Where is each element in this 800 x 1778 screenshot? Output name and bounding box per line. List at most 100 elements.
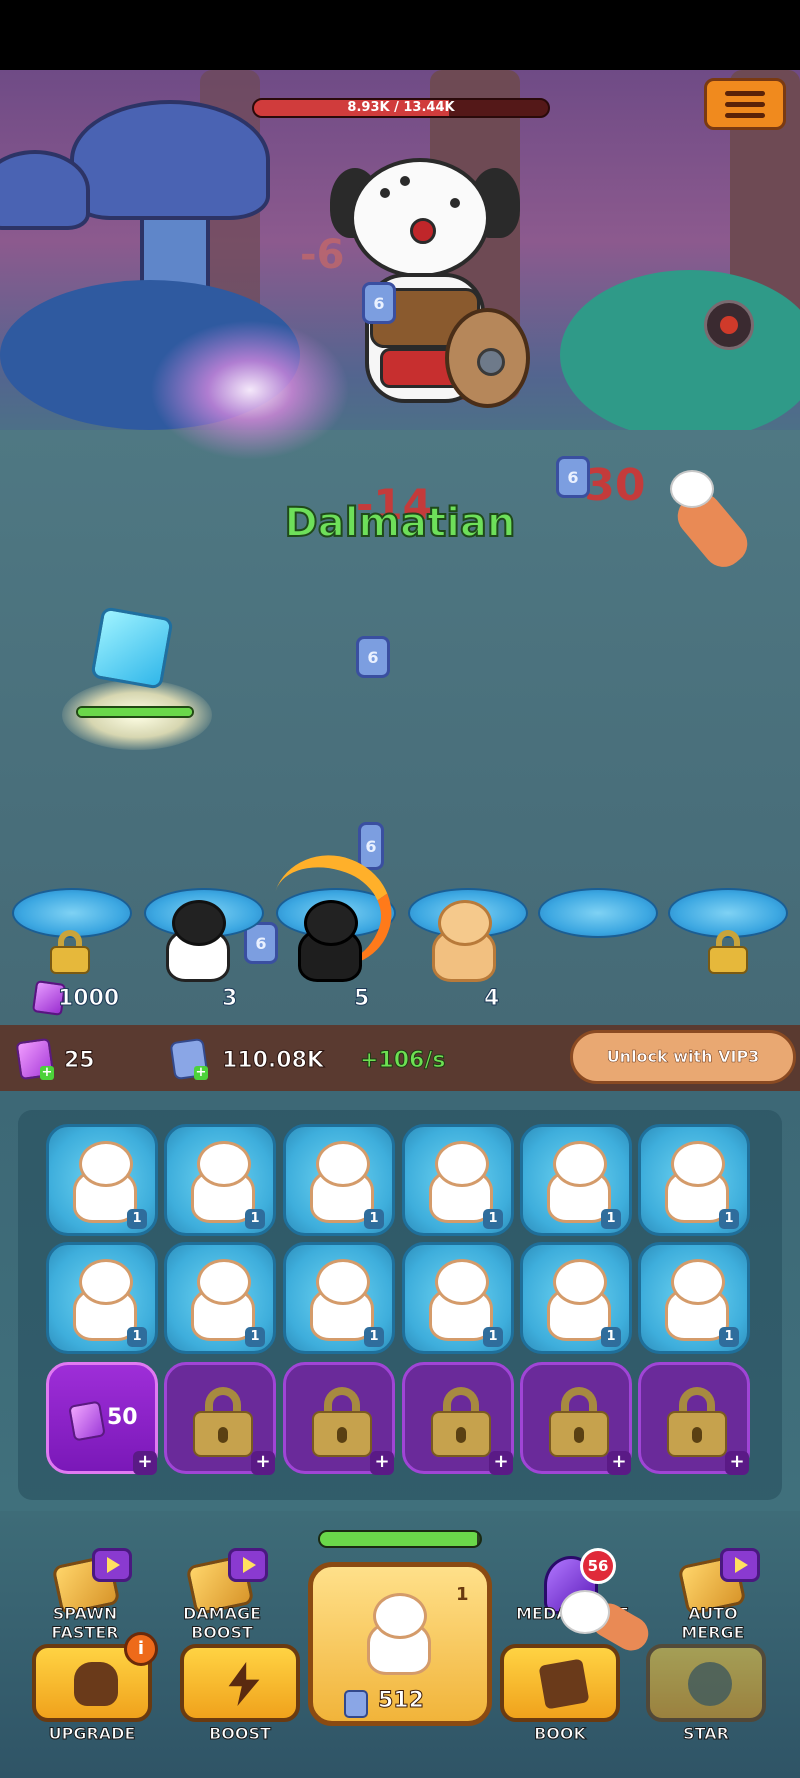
grid-locked-slot[interactable]: + — [402, 1362, 514, 1475]
star-button[interactable] — [646, 1644, 766, 1722]
book-icon — [538, 1658, 590, 1710]
boss-shield — [445, 308, 530, 408]
add-tokens-button[interactable]: + — [194, 1066, 208, 1080]
add-slot-button[interactable]: + — [133, 1451, 157, 1475]
grid-cat-slot[interactable]: 1 — [402, 1124, 514, 1236]
cat-level-badge: 1 — [719, 1327, 739, 1347]
gem-count: 25 — [64, 1048, 96, 1074]
cat-level-badge: 1 — [483, 1209, 503, 1229]
add-slot-button[interactable]: + — [607, 1451, 631, 1475]
lock-icon — [549, 1387, 609, 1457]
grid-locked-slot[interactable]: + — [283, 1362, 395, 1475]
lock-icon — [312, 1387, 372, 1457]
coin-token-icon: 6 — [356, 636, 390, 678]
cat-level-badge: 1 — [601, 1209, 621, 1229]
cat-black[interactable] — [290, 900, 370, 984]
watch-ad-icon[interactable] — [92, 1548, 132, 1582]
token-icon — [344, 1690, 368, 1718]
star-label: STAR — [683, 1724, 730, 1744]
mushroom-cap — [70, 100, 270, 220]
tap-paw-cursor — [560, 1590, 610, 1634]
boss-eye — [410, 218, 436, 244]
tap-paw-cursor — [669, 470, 756, 576]
lock-icon — [667, 1387, 727, 1457]
grid-cat-slot[interactable]: 1 — [164, 1124, 276, 1236]
lock-icon — [431, 1387, 491, 1457]
menu-button[interactable] — [704, 78, 786, 130]
book-button[interactable] — [500, 1644, 620, 1722]
damage-boost-label: DAMAGE BOOST — [182, 1604, 262, 1643]
add-slot-button[interactable]: + — [725, 1451, 749, 1475]
boost-button[interactable] — [180, 1644, 300, 1722]
calico-cat-icon — [359, 1593, 439, 1677]
pad-cat-level: 3 — [221, 986, 238, 1012]
monster-icon — [74, 1662, 118, 1706]
upgrade-label: UPGRADE — [48, 1724, 136, 1744]
grid-locked-slot[interactable]: + — [164, 1362, 276, 1475]
cat-level-badge: 1 — [245, 1209, 265, 1229]
grid-cat-slot[interactable]: 1 — [46, 1124, 158, 1236]
medal-notification-badge: 56 — [580, 1548, 616, 1584]
cat-level-badge: 1 — [364, 1327, 384, 1347]
record-button[interactable] — [704, 300, 754, 350]
spawn-pad-empty[interactable] — [538, 888, 658, 938]
boss-hp-bar: 8.93K / 13.44K — [252, 98, 550, 118]
pad-unlock-cost: 1000 — [57, 986, 120, 1012]
grid-cat-slot[interactable]: 1 — [638, 1124, 750, 1236]
status-bar — [0, 0, 800, 70]
grid-cat-slot[interactable]: 1 — [402, 1242, 514, 1354]
coin-token-icon: 6 — [362, 282, 396, 324]
grid-cat-slot[interactable]: 1 — [164, 1242, 276, 1354]
grid-cat-slot[interactable]: 1 — [638, 1242, 750, 1354]
star-icon — [688, 1662, 732, 1706]
cat-level-badge: 1 — [127, 1327, 147, 1347]
coin-token-icon: 6 — [556, 456, 590, 498]
bush — [560, 270, 800, 440]
grid-locked-slot[interactable]: + — [520, 1362, 632, 1475]
grid-cat-slot[interactable]: 1 — [520, 1242, 632, 1354]
damage-number: -6 — [300, 232, 345, 278]
crystal-hp-bar — [76, 706, 194, 718]
cat-level-badge: 1 — [127, 1209, 147, 1229]
lock-icon — [193, 1387, 253, 1457]
enemy-name: Dalmatian — [284, 499, 517, 547]
token-count: 110.08K — [222, 1048, 325, 1074]
cat-level-badge: 1 — [719, 1209, 739, 1229]
spawn-cat-level: 1 — [456, 1584, 469, 1605]
add-slot-button[interactable]: + — [489, 1451, 513, 1475]
unlock-vip-button[interactable]: Unlock with VIP3 — [570, 1030, 796, 1084]
watch-ad-icon[interactable] — [228, 1548, 268, 1582]
cat-level-badge: 1 — [601, 1327, 621, 1347]
boss-hp-text: 8.93K / 13.44K — [347, 100, 455, 115]
add-slot-button[interactable]: + — [370, 1451, 394, 1475]
add-slot-button[interactable]: + — [251, 1451, 275, 1475]
book-label: BOOK — [534, 1724, 587, 1744]
grid-cat-slot[interactable]: 1 — [283, 1242, 395, 1354]
grid-gem-unlock-slot[interactable]: 50 + — [46, 1362, 158, 1475]
watch-ad-icon[interactable] — [720, 1548, 760, 1582]
ice-crystal[interactable] — [90, 606, 174, 690]
token-rate: +106/s — [360, 1048, 446, 1074]
spawn-cost: 512 — [378, 1688, 425, 1714]
boost-label: BOOST — [209, 1724, 272, 1744]
grid-locked-slot[interactable]: + — [638, 1362, 750, 1475]
cat-level-badge: 1 — [364, 1209, 384, 1229]
spawn-progress-bar — [318, 1530, 482, 1548]
hamburger-icon — [725, 90, 765, 96]
grid-cat-slot[interactable]: 1 — [283, 1124, 395, 1236]
pad-cat-level: 5 — [353, 986, 370, 1012]
lightning-icon — [228, 1662, 260, 1706]
grid-cat-slot[interactable]: 1 — [46, 1242, 158, 1354]
boss-dalmatian[interactable] — [320, 148, 530, 438]
cat-black-white[interactable] — [158, 900, 238, 984]
cat-level-badge: 1 — [245, 1327, 265, 1347]
grid-cat-slot[interactable]: 1 — [520, 1124, 632, 1236]
record-icon — [720, 316, 738, 334]
lock-icon — [708, 930, 748, 974]
slot-unlock-cost: 50 — [107, 1405, 138, 1430]
cat-orange[interactable] — [424, 900, 504, 984]
add-gems-button[interactable]: + — [40, 1066, 54, 1080]
coin-token-icon: 6 — [358, 822, 384, 870]
info-badge: i — [124, 1632, 158, 1666]
cat-level-badge: 1 — [483, 1327, 503, 1347]
